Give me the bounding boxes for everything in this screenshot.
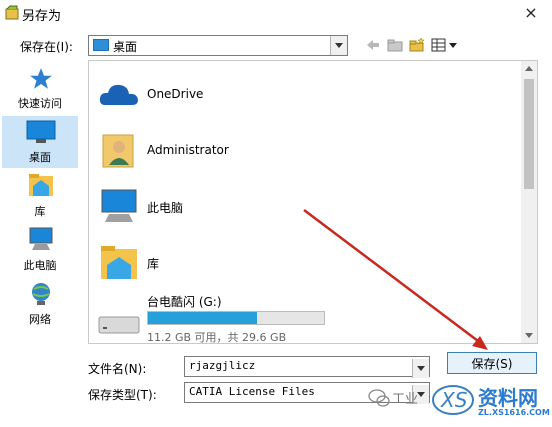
place-label: 网络 xyxy=(29,313,51,326)
place-library[interactable]: 库 xyxy=(2,170,78,222)
save-in-dropdown[interactable]: 桌面 xyxy=(88,35,348,56)
watermark-brand: 资料网 xyxy=(478,386,538,410)
star-icon xyxy=(30,68,52,89)
wechat-icon xyxy=(368,389,390,407)
cloud-icon xyxy=(99,84,138,105)
place-label: 桌面 xyxy=(29,151,51,164)
view-menu-icon[interactable] xyxy=(430,37,460,53)
file-name: 库 xyxy=(147,257,160,271)
vertical-scrollbar[interactable] xyxy=(521,61,537,343)
window-title: 另存为 xyxy=(22,9,62,24)
drive-space-info: 11.2 GB 可用，共 29.6 GB xyxy=(147,331,287,344)
place-label: 快速访问 xyxy=(18,97,62,110)
computer-icon xyxy=(29,227,53,250)
scroll-up-icon[interactable] xyxy=(525,66,533,71)
usb-drive-icon xyxy=(98,316,140,334)
back-arrow-icon[interactable] xyxy=(364,37,382,53)
save-button[interactable]: 保存(S) xyxy=(447,352,537,374)
network-icon xyxy=(32,283,50,305)
filename-label: 文件名(N): xyxy=(88,362,147,376)
new-folder-icon[interactable] xyxy=(408,37,426,53)
list-item[interactable]: Administrator xyxy=(97,123,517,175)
svg-text:XS: XS xyxy=(440,388,468,412)
library-icon xyxy=(101,246,137,279)
drive-usage-bar xyxy=(147,311,325,325)
file-name: Administrator xyxy=(147,143,229,157)
save-in-value: 桌面 xyxy=(113,40,138,54)
library-icon xyxy=(29,174,53,196)
save-in-label: 保存在(I): xyxy=(20,40,73,54)
scroll-thumb[interactable] xyxy=(524,79,534,189)
list-item[interactable]: 此电脑 xyxy=(97,179,517,231)
filename-input[interactable]: rjazgjlicz xyxy=(184,356,430,378)
drive-name: 台电酷闪 (G:) xyxy=(147,295,222,309)
place-network[interactable]: 网络 xyxy=(2,278,78,330)
file-name: 此电脑 xyxy=(147,201,184,215)
places-bar: 快速访问 桌面 库 此电脑 网络 xyxy=(0,62,84,342)
watermark: 工业 XS 资料网 ZL.XS1616.COM xyxy=(368,376,552,424)
up-folder-icon[interactable] xyxy=(386,37,404,53)
place-label: 库 xyxy=(34,205,46,218)
file-list[interactable]: OneDrive Administrator 此电脑 库 台电酷闪 (G:) 1… xyxy=(88,60,538,344)
filetype-label: 保存类型(T): xyxy=(88,388,157,402)
scroll-down-icon[interactable] xyxy=(525,333,533,338)
desktop-icon xyxy=(26,120,56,143)
desktop-folder-icon xyxy=(93,39,109,51)
chevron-down-icon[interactable] xyxy=(412,359,429,378)
filename-value: rjazgjlicz xyxy=(189,359,256,372)
watermark-partial-text: 工业 xyxy=(392,392,419,407)
place-label: 此电脑 xyxy=(23,259,57,272)
list-item[interactable]: 库 xyxy=(97,235,517,287)
watermark-url: ZL.XS1616.COM xyxy=(478,408,550,417)
drive-usage-fill xyxy=(148,312,258,324)
place-this-pc[interactable]: 此电脑 xyxy=(2,224,78,276)
filetype-value: CATIA License Files xyxy=(189,385,315,398)
close-button[interactable]: × xyxy=(520,2,542,24)
xs-logo-icon: XS xyxy=(432,385,474,415)
user-folder-icon xyxy=(102,134,134,168)
title-bar: 另存为 × xyxy=(0,0,552,30)
place-quick-access[interactable]: 快速访问 xyxy=(2,62,78,114)
computer-icon xyxy=(101,189,137,222)
list-item[interactable]: OneDrive xyxy=(97,67,517,119)
chevron-down-icon[interactable] xyxy=(330,36,347,55)
file-name: OneDrive xyxy=(147,87,204,101)
place-desktop[interactable]: 桌面 xyxy=(2,116,78,168)
app-icon xyxy=(5,5,19,20)
drive-item[interactable]: 台电酷闪 (G:) 11.2 GB 可用，共 29.6 GB xyxy=(97,293,517,343)
